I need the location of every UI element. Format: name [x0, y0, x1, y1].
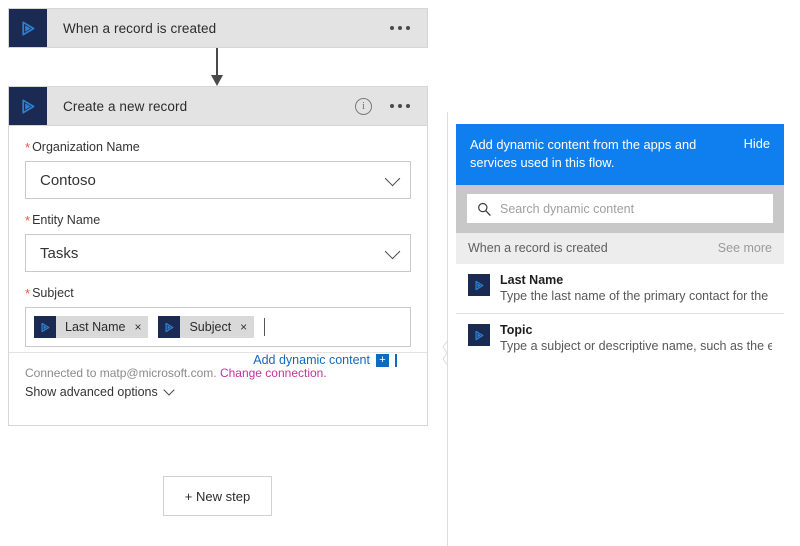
dynamic-token-body: Last Name ×: [56, 316, 148, 338]
arrow-head: [211, 75, 223, 86]
required-marker: *: [25, 213, 30, 228]
action-card-header[interactable]: Create a new record i: [8, 86, 428, 126]
down-arrow-icon: [216, 48, 218, 86]
required-marker: *: [25, 140, 30, 155]
close-icon[interactable]: ×: [240, 321, 247, 333]
flow-connector-icon: [34, 316, 56, 338]
dynamic-content-item-description: Type the last name of the primary contac…: [500, 288, 772, 305]
dynamic-content-section-header: When a record is created See more: [456, 233, 784, 264]
action-card-title: Create a new record: [47, 99, 355, 114]
panel-divider: [447, 112, 448, 546]
trigger-card-header[interactable]: When a record is created: [8, 8, 428, 48]
field-label-text: Organization Name: [32, 140, 140, 154]
section-title: When a record is created: [468, 241, 718, 255]
dynamic-content-item[interactable]: Topic Type a subject or descriptive name…: [456, 313, 784, 363]
dynamic-content-item-name: Topic: [500, 322, 772, 338]
chevron-down-icon: [385, 170, 401, 186]
flow-connector-icon: [468, 324, 490, 346]
field-label-text: Subject: [32, 286, 74, 300]
dynamic-content-panel: Add dynamic content from the apps and se…: [456, 124, 784, 363]
dynamic-token-label: Last Name: [65, 320, 125, 334]
search-icon: [477, 202, 491, 216]
flow-connector-icon: [158, 316, 180, 338]
dynamic-content-header-text: Add dynamic content from the apps and se…: [470, 136, 744, 172]
dynamic-content-item[interactable]: Last Name Type the last name of the prim…: [456, 264, 784, 313]
trigger-card-actions: [390, 26, 427, 30]
arrow-stem: [216, 48, 218, 77]
panel-divider-notch: [441, 340, 449, 366]
dynamic-token-label: Subject: [189, 320, 231, 334]
connection-status: Connected to matp@microsoft.com. Change …: [9, 353, 427, 380]
field-label-entity-name: *Entity Name: [25, 213, 411, 228]
action-card-body: *Organization Name Contoso *Entity Name …: [8, 126, 428, 426]
dynamic-content-header: Add dynamic content from the apps and se…: [456, 124, 784, 185]
info-icon[interactable]: i: [355, 98, 372, 115]
text-caret: [264, 318, 265, 336]
connection-status-text: Connected to matp@microsoft.com.: [25, 366, 217, 380]
dynamic-content-item-description: Type a subject or descriptive name, such…: [500, 338, 772, 355]
field-entity-name: *Entity Name Tasks: [9, 199, 427, 272]
search-input-placeholder: Search dynamic content: [500, 202, 634, 216]
show-advanced-options-label: Show advanced options: [25, 385, 158, 399]
organization-name-select[interactable]: Contoso: [25, 161, 411, 199]
dynamic-content-item-name: Last Name: [500, 272, 772, 288]
field-label-subject: *Subject: [25, 286, 411, 301]
flow-connector-icon: [468, 274, 490, 296]
change-connection-link[interactable]: Change connection.: [220, 366, 327, 380]
dynamic-content-search-band: Search dynamic content: [456, 185, 784, 233]
trigger-card-title: When a record is created: [47, 21, 390, 36]
field-label-organization-name: *Organization Name: [25, 140, 411, 155]
close-icon[interactable]: ×: [134, 321, 141, 333]
required-marker: *: [25, 286, 30, 301]
action-card-actions: i: [355, 98, 427, 115]
field-label-text: Entity Name: [32, 213, 100, 227]
chevron-down-icon: [385, 243, 401, 259]
subject-input[interactable]: Last Name × Subject ×: [25, 307, 411, 347]
see-more-link[interactable]: See more: [718, 241, 772, 255]
dynamic-token[interactable]: Last Name ×: [34, 316, 148, 338]
field-organization-name: *Organization Name Contoso: [9, 126, 427, 199]
search-dynamic-content-input[interactable]: Search dynamic content: [467, 194, 773, 223]
entity-name-value: Tasks: [40, 245, 387, 262]
entity-name-select[interactable]: Tasks: [25, 234, 411, 272]
new-step-button[interactable]: + New step: [163, 476, 272, 516]
ellipsis-icon[interactable]: [390, 26, 410, 30]
organization-name-value: Contoso: [40, 172, 387, 189]
hide-panel-link[interactable]: Hide: [744, 136, 770, 151]
chevron-down-icon: [163, 384, 174, 395]
ellipsis-icon[interactable]: [390, 104, 410, 108]
flow-connector-icon: [9, 87, 47, 125]
flow-connector-icon: [9, 9, 47, 47]
dynamic-token-body: Subject ×: [180, 316, 254, 338]
dynamic-token[interactable]: Subject ×: [158, 316, 254, 338]
